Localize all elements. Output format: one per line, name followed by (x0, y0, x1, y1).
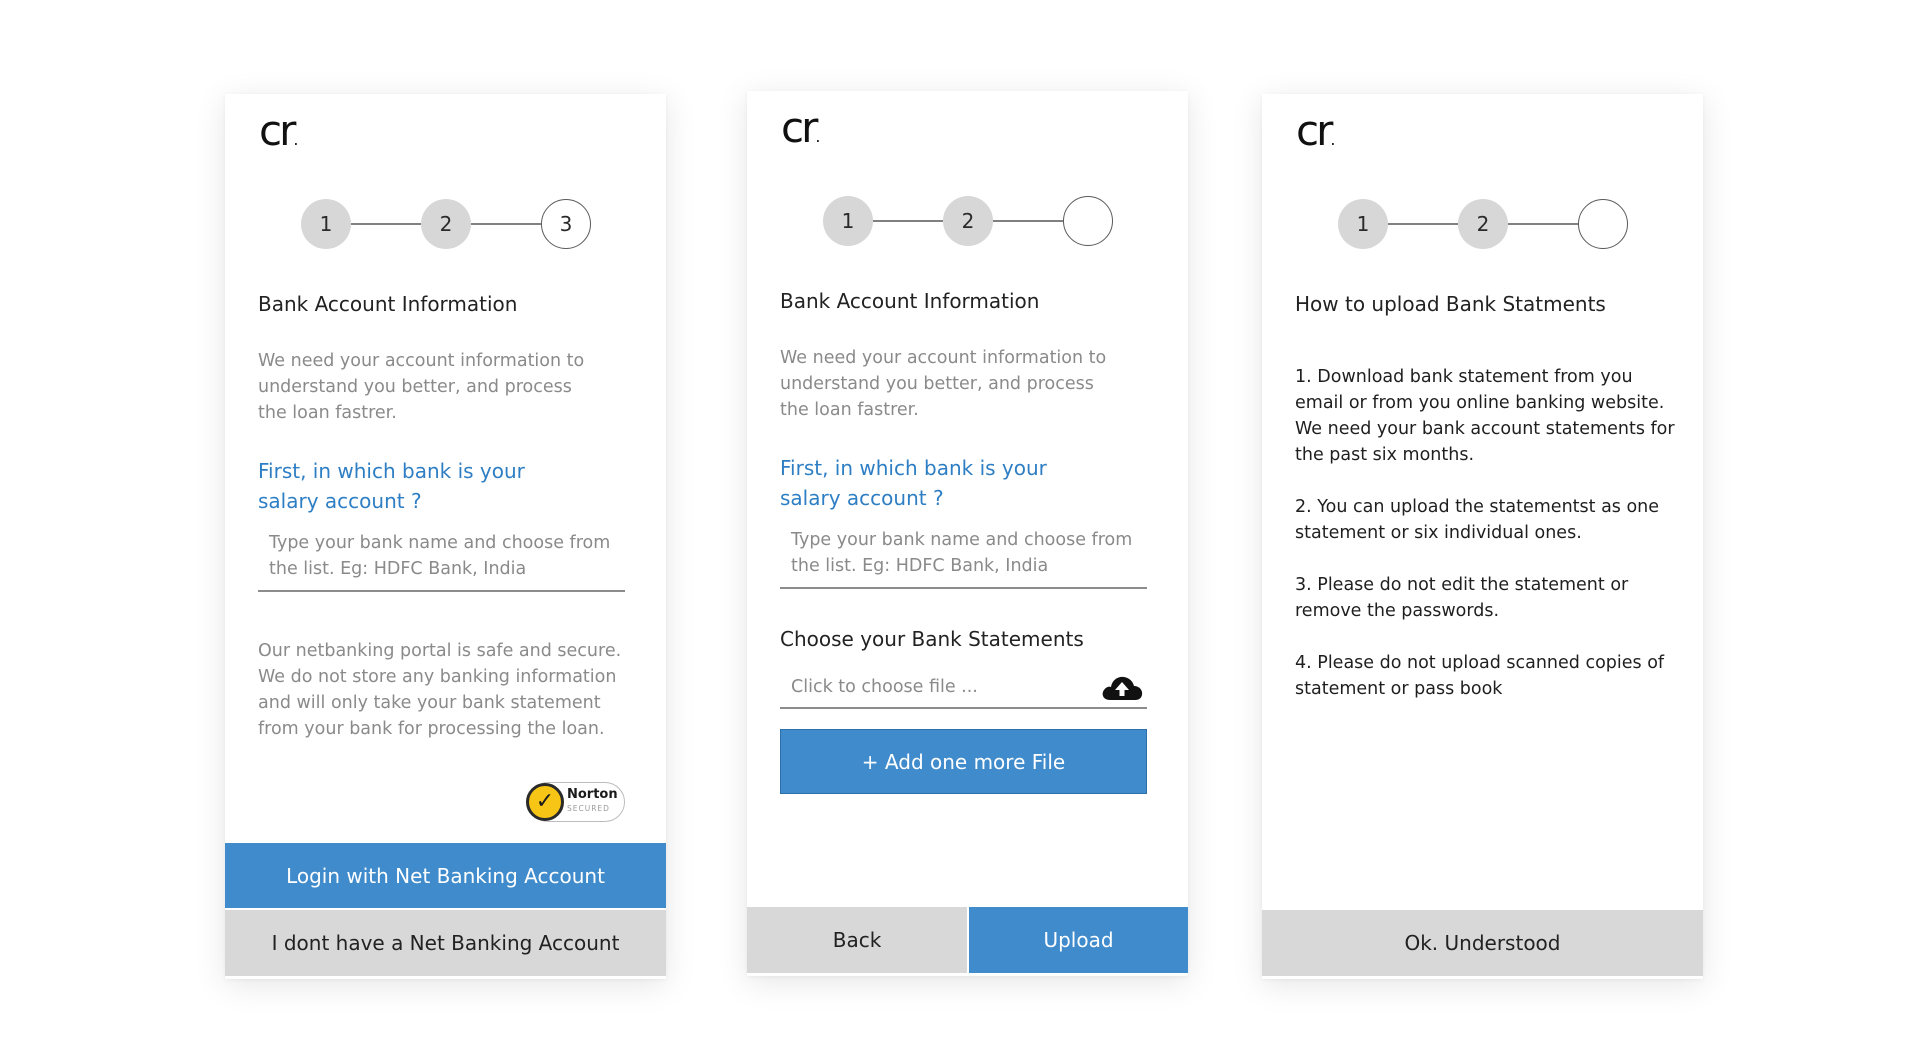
stepper-connector (351, 223, 421, 225)
file-placeholder: Click to choose file ... (791, 677, 978, 697)
stepper-connector (873, 220, 943, 222)
instruction-item: 1. Download bank statement from you emai… (1295, 367, 1675, 465)
bottom-actions: Back Upload (747, 907, 1188, 973)
stepper-connector (1508, 223, 1578, 225)
add-file-button[interactable]: + Add one more File (780, 729, 1147, 794)
page-title: Bank Account Information (258, 292, 518, 316)
logo-dot: . (293, 130, 299, 149)
mockup-stage: cr. 1 2 3 Bank Account Information We ne… (0, 0, 1920, 1056)
statements-title: Choose your Bank Statements (780, 627, 1084, 651)
instruction-item: 3. Please do not edit the statement or r… (1295, 575, 1629, 621)
step-3 (1063, 196, 1113, 246)
screen-upload-instructions: cr. 1 2 How to upload Bank Statments 1. … (1262, 94, 1703, 979)
step-1: 1 (823, 196, 873, 246)
bank-name-input[interactable]: Type your bank name and choose from the … (780, 527, 1147, 589)
back-button[interactable]: Back (747, 907, 967, 973)
file-chooser[interactable]: Click to choose file ... (780, 669, 1147, 709)
stepper-connector (1388, 223, 1458, 225)
bank-name-input[interactable]: Type your bank name and choose from the … (258, 530, 625, 592)
stepper-connector (993, 220, 1063, 222)
logo-dot: . (1330, 130, 1336, 149)
screen-bank-account-netbanking: cr. 1 2 3 Bank Account Information We ne… (225, 94, 666, 979)
instruction-list: 1. Download bank statement from you emai… (1295, 364, 1675, 728)
progress-stepper: 1 2 (1338, 199, 1628, 249)
upload-button[interactable]: Upload (967, 907, 1188, 973)
page-description: We need your account information to unde… (258, 351, 585, 423)
no-netbanking-button[interactable]: I dont have a Net Banking Account (225, 910, 666, 976)
page-title: Bank Account Information (780, 289, 1040, 313)
logo-dot: . (815, 127, 821, 146)
step-2: 2 (943, 196, 993, 246)
logo-text: cr (259, 106, 296, 155)
page-title: How to upload Bank Statments (1295, 292, 1606, 316)
step-2: 2 (1458, 199, 1508, 249)
page-description: We need your account information to unde… (780, 348, 1107, 420)
security-note: Our netbanking portal is safe and secure… (258, 641, 622, 739)
brand-logo: cr. (1296, 110, 1335, 152)
step-1: 1 (301, 199, 351, 249)
brand-logo: cr. (781, 107, 820, 149)
instruction-item: 4. Please do not upload scanned copies o… (1295, 653, 1665, 699)
logo-text: cr (1296, 106, 1333, 155)
progress-stepper: 1 2 3 (301, 199, 591, 249)
norton-secured-badge: ✓ Norton SECURED (526, 782, 625, 822)
bank-question: First, in which bank is your salary acco… (780, 456, 1047, 510)
progress-stepper: 1 2 (823, 196, 1113, 246)
brand-logo: cr. (259, 110, 298, 152)
logo-text: cr (781, 103, 818, 152)
stepper-connector (471, 223, 541, 225)
norton-sub: SECURED (567, 804, 610, 813)
bank-question: First, in which bank is your salary acco… (258, 459, 525, 513)
step-3: 3 (541, 199, 591, 249)
screen-bank-statements-upload: cr. 1 2 Bank Account Information We need… (747, 91, 1188, 976)
cloud-upload-icon[interactable] (1100, 671, 1144, 703)
step-2: 2 (421, 199, 471, 249)
norton-brand: Norton (567, 787, 618, 802)
step-3 (1578, 199, 1628, 249)
checkmark-icon: ✓ (526, 783, 564, 821)
instruction-item: 2. You can upload the statementst as one… (1295, 497, 1660, 543)
login-netbanking-button[interactable]: Login with Net Banking Account (225, 843, 666, 908)
step-1: 1 (1338, 199, 1388, 249)
ok-understood-button[interactable]: Ok. Understood (1262, 910, 1703, 976)
